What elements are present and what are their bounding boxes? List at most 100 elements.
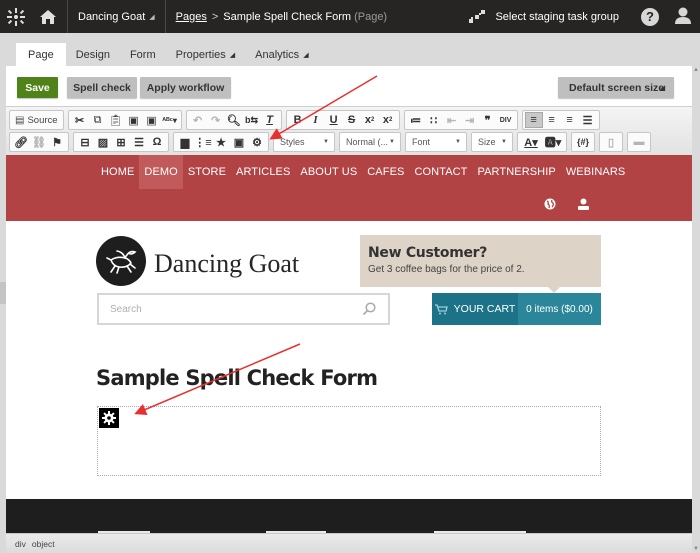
underline-icon[interactable]: U [325, 112, 343, 128]
paste-word-icon[interactable]: ▣ [143, 112, 161, 128]
increase-indent-icon[interactable]: ⇥ [461, 112, 479, 128]
save-button[interactable]: Save [17, 77, 58, 98]
undo-icon[interactable]: ↶ [189, 112, 207, 128]
horizontal-rule-icon[interactable]: ☰ [130, 134, 148, 150]
youtube-icon[interactable]: ▣ [230, 134, 248, 150]
paste-icon[interactable]: 📋︎ [107, 112, 125, 128]
user-icon[interactable] [578, 197, 589, 215]
size-dropdown[interactable]: Size ▼ [471, 132, 513, 152]
cut-icon[interactable]: ✂ [71, 112, 89, 128]
strikethrough-icon[interactable]: S [343, 112, 361, 128]
format-label: Normal (... [346, 137, 389, 147]
dancing-goat-logo-icon[interactable] [96, 236, 146, 286]
brand-name[interactable]: Dancing Goat [154, 249, 299, 279]
promo-banner: New Customer? Get 3 coffee bags for the … [360, 235, 601, 293]
tab-page[interactable]: Page [16, 43, 66, 66]
scroll-up-icon[interactable]: ▲ [693, 67, 699, 73]
tab-design[interactable]: Design [66, 43, 120, 66]
paste-text-icon[interactable]: ▣ [125, 112, 143, 128]
path-item-div[interactable]: div [15, 539, 26, 549]
bulleted-list-icon[interactable]: ∷ [425, 112, 443, 128]
blockquote-icon[interactable]: ❞ [479, 112, 497, 128]
search-placeholder: Search [110, 303, 142, 315]
cart-widget[interactable]: YOUR CART 0 items ($0.00) [432, 293, 601, 325]
copy-icon[interactable]: ⧉ [89, 112, 107, 128]
breadcrumb-pages-link[interactable]: Pages [176, 11, 207, 23]
site-selector[interactable]: Dancing Goat ◢ [67, 0, 166, 33]
redo-icon[interactable]: ↷ [207, 112, 225, 128]
special-char-icon[interactable]: Ω [148, 134, 166, 150]
unlink-icon[interactable]: ⛓ [30, 134, 48, 150]
nav-item-articles[interactable]: ARTICLES [231, 155, 295, 189]
macro-icon[interactable]: {#} [574, 134, 592, 150]
superscript-icon[interactable]: x2 [379, 112, 397, 128]
cart-summary[interactable]: 0 items ($0.00) [518, 293, 601, 325]
nav-item-store[interactable]: STORE [183, 155, 231, 189]
justify-icon[interactable]: ☰ [579, 112, 597, 128]
breadcrumb-current: Sample Spell Check Form [223, 10, 352, 23]
media-icon[interactable]: ⊟ [76, 134, 94, 150]
cart-icon [434, 303, 448, 314]
quick-form-icon[interactable]: ⋮≡ [194, 134, 212, 150]
div-icon[interactable]: DIV [497, 112, 515, 128]
source-button[interactable]: ▤ Source [12, 112, 61, 128]
format-dropdown[interactable]: Normal (... ▼ [339, 132, 401, 152]
search-icon[interactable] [362, 302, 376, 316]
nav-item-demo[interactable]: DEMO [139, 155, 183, 189]
tab-analytics[interactable]: Analytics ◢ [245, 43, 318, 66]
image-icon[interactable]: ▨ [94, 134, 112, 150]
help-icon[interactable]: ? [641, 7, 659, 26]
tab-form[interactable]: Form [120, 43, 166, 66]
text-color-icon[interactable]: A▾ [520, 134, 542, 150]
spell-check-button[interactable]: Spell check [67, 77, 137, 98]
templates-icon[interactable]: ▯ [602, 134, 620, 150]
poll-icon[interactable]: ★ [212, 134, 230, 150]
nav-item-contact[interactable]: CONTACT [409, 155, 472, 189]
numbered-list-icon[interactable]: ≔ [407, 112, 425, 128]
inline-widget-icon[interactable]: ▆ [176, 134, 194, 150]
path-item-object[interactable]: object [32, 539, 55, 549]
editable-region[interactable] [97, 406, 601, 476]
nav-item-webinars[interactable]: WEBINARS [561, 155, 630, 189]
remove-format-icon[interactable]: T [261, 112, 279, 128]
bg-color-icon[interactable]: 🅰︎▾ [542, 134, 564, 150]
align-right-icon[interactable]: ≡ [561, 112, 579, 128]
user-icon[interactable] [675, 7, 691, 27]
scroll-down-icon[interactable]: ▼ [693, 546, 699, 552]
apply-workflow-button[interactable]: Apply workflow [140, 77, 231, 98]
search-input[interactable]: Search [97, 293, 390, 325]
form-field-icon[interactable]: ▬ [630, 134, 648, 150]
dropdown-triangle-icon: ◢ [229, 51, 236, 59]
align-center-icon[interactable]: ≡ [543, 112, 561, 128]
cart-button[interactable]: YOUR CART [432, 293, 518, 325]
globe-icon[interactable] [544, 197, 556, 215]
screen-size-dropdown[interactable]: Default screen size ◢ [558, 77, 674, 98]
bold-icon[interactable]: B [289, 112, 307, 128]
kentico-logo-icon[interactable] [0, 0, 32, 33]
vertical-scrollbar[interactable]: ▲ ▼ [692, 66, 700, 553]
staging-task-group-selector[interactable]: Select staging task group [469, 9, 619, 24]
home-icon[interactable] [32, 0, 64, 33]
nav-item-about-us[interactable]: ABOUT US [295, 155, 362, 189]
nav-item-home[interactable]: HOME [96, 155, 139, 189]
find-icon[interactable]: 🔍︎ [225, 112, 243, 128]
nav-item-partnership[interactable]: PARTNERSHIP [473, 155, 561, 189]
subscript-icon[interactable]: x2 [361, 112, 379, 128]
anchor-icon[interactable]: ⚑ [48, 134, 66, 150]
widget-gear-icon[interactable] [99, 408, 119, 428]
top-bar: Dancing Goat ◢ Pages > Sample Spell Chec… [0, 0, 700, 33]
link-icon[interactable]: 🔗︎ [12, 134, 30, 150]
font-dropdown[interactable]: Font ▼ [405, 132, 467, 152]
tab-properties[interactable]: Properties ◢ [166, 43, 246, 66]
promo-text: Get 3 coffee bags for the price of 2. [368, 264, 525, 275]
widget-gear-icon[interactable]: ⚙ [248, 134, 266, 150]
nav-item-cafes[interactable]: CAFES [362, 155, 409, 189]
align-left-icon[interactable]: ≡ [524, 112, 543, 128]
spellcheck-icon[interactable]: ᴬᴮᶜ▾ [161, 112, 179, 128]
table-icon[interactable]: ⊞ [112, 134, 130, 150]
italic-icon[interactable]: I [307, 112, 325, 128]
promo-title: New Customer? [368, 245, 488, 261]
decrease-indent-icon[interactable]: ⇤ [443, 112, 461, 128]
replace-icon[interactable]: b⇆ [243, 112, 261, 128]
styles-dropdown[interactable]: Styles ▼ [273, 132, 335, 152]
